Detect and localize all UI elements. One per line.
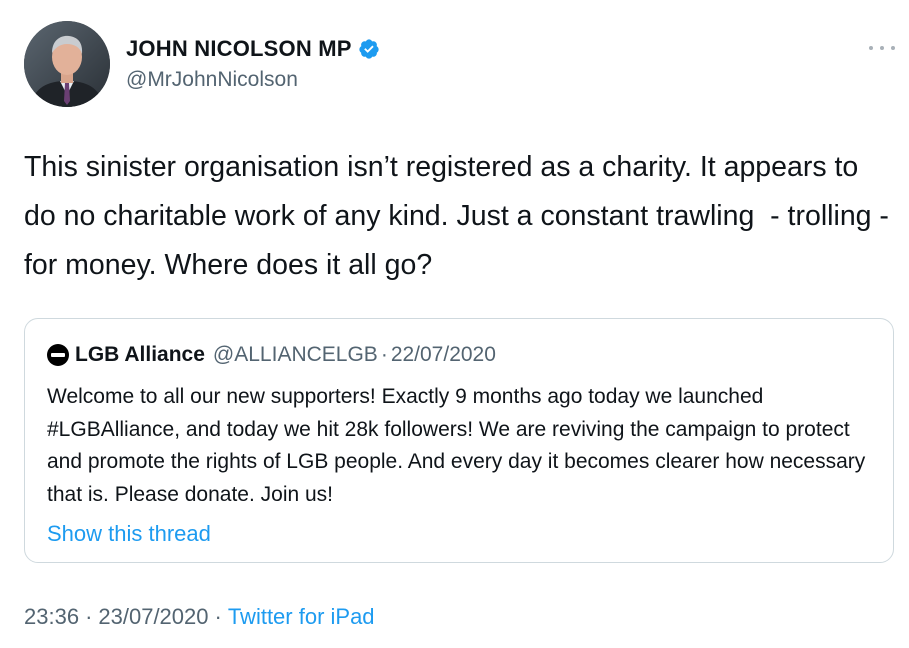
more-options-icon[interactable] <box>869 42 895 54</box>
meta-separator: · <box>85 604 93 629</box>
meta-separator: · <box>214 604 222 629</box>
show-thread-link[interactable]: Show this thread <box>47 521 211 547</box>
author-name-row[interactable]: JOHN NICOLSON MP <box>126 36 380 62</box>
author-avatar[interactable] <box>24 21 110 107</box>
more-dot <box>891 46 895 50</box>
author-handle[interactable]: @MrJohnNicolson <box>126 68 298 92</box>
tweet-text: This sinister organisation isn’t registe… <box>24 151 897 281</box>
quoted-date: 22/07/2020 <box>390 343 496 366</box>
quoted-display-name: LGB Alliance <box>75 343 205 366</box>
quoted-tweet[interactable]: LGB Alliance @ALLIANCELGB · 22/07/2020 W… <box>24 318 894 563</box>
quoted-separator: · <box>380 343 388 366</box>
tweet-time[interactable]: 23:36 <box>24 604 79 630</box>
quoted-handle: @ALLIANCELGB <box>212 343 378 366</box>
quoted-tweet-header: LGB Alliance @ALLIANCELGB · 22/07/2020 <box>47 343 496 367</box>
tweet-card: JOHN NICOLSON MP @MrJohnNicolson This si… <box>0 0 909 648</box>
verified-badge-icon <box>359 39 379 59</box>
quoted-tweet-text: Welcome to all our new supporters! Exact… <box>47 385 866 506</box>
more-dot <box>869 46 873 50</box>
tweet-meta: 23:36 · 23/07/2020 · Twitter for iPad <box>24 604 375 630</box>
avatar-photo-icon <box>24 21 110 107</box>
lgb-alliance-logo-icon <box>47 344 69 366</box>
author-display-name[interactable]: JOHN NICOLSON MP <box>126 36 352 62</box>
tweet-date[interactable]: 23/07/2020 <box>98 604 208 630</box>
tweet-source-link[interactable]: Twitter for iPad <box>228 604 375 630</box>
more-dot <box>880 46 884 50</box>
